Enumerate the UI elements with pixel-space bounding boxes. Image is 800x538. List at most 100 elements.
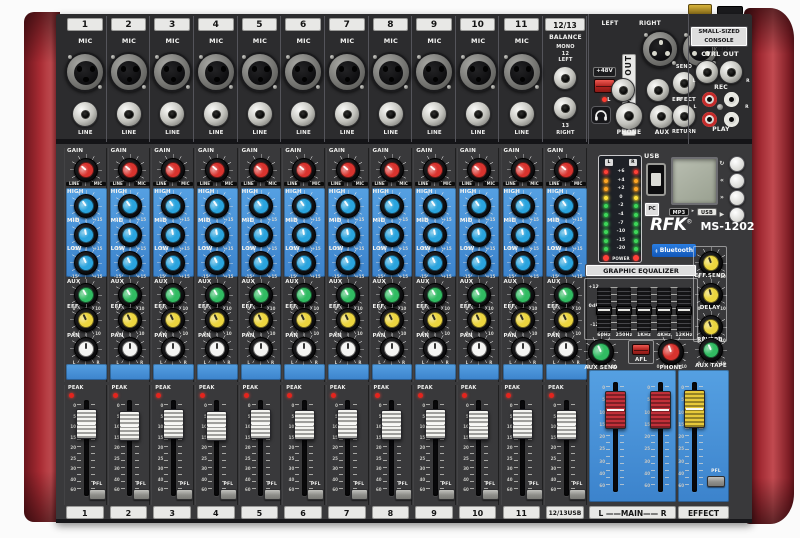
channel-11-pfl-button[interactable] <box>526 489 543 500</box>
channel-10-pan-knob-min-mark: L <box>459 361 475 365</box>
aux-send-knob[interactable]: 010 <box>584 335 618 369</box>
main-left-fader-cap[interactable] <box>605 391 626 429</box>
meter-led-right-8 <box>633 238 639 244</box>
channel-2-eff-knob[interactable]: 010 <box>114 304 146 336</box>
channel-12-13-eff-knob[interactable]: 010 <box>550 304 582 336</box>
channel-3-pfl-button[interactable] <box>176 489 193 500</box>
channel-1-fader-cap[interactable] <box>76 409 97 439</box>
channel-3-fader-scale: 0510152025304060 <box>153 404 163 492</box>
channel-5-gain-knob[interactable]: LINEMIC <box>245 154 277 186</box>
channel-11-fader-cap[interactable] <box>512 409 533 439</box>
geq-band-1KHz-slider[interactable] <box>636 306 652 315</box>
channel-9-pan-knob-pointer <box>434 343 436 349</box>
channel-3-gain-knob[interactable]: LINEMIC <box>157 154 189 186</box>
channel-5-pan-knob-max-mark: R <box>265 361 281 365</box>
channel-3-low-knob[interactable]: -15+15 <box>157 247 189 279</box>
channel-7-pfl-button[interactable] <box>351 489 368 500</box>
channel-4-gain-knob[interactable]: LINEMIC <box>201 154 233 186</box>
channel-9-pfl-button[interactable] <box>438 489 455 500</box>
channel-7-fader-cap[interactable] <box>337 409 358 439</box>
channel-10-pfl-button[interactable] <box>482 489 499 500</box>
channel-12-13-pan-knob[interactable]: LR <box>550 333 582 365</box>
channel-5-pfl-button[interactable] <box>264 489 281 500</box>
channel-4-pfl-button[interactable] <box>220 489 237 500</box>
geq-band-60Hz-slider[interactable] <box>596 306 612 315</box>
channel-4-low-knob[interactable]: -15+15 <box>201 247 233 279</box>
channel-2-gain-knob[interactable]: LINEMIC <box>114 154 146 186</box>
channel-12-13-gain-knob[interactable]: LINEMIC <box>550 154 582 186</box>
channel-6-gain-knob[interactable]: LINEMIC <box>288 154 320 186</box>
channel-1-low-knob[interactable]: -15+15 <box>70 247 102 279</box>
channel-8-pan-knob[interactable]: LR <box>376 333 408 365</box>
channel-9-pan-knob[interactable]: LR <box>419 333 451 365</box>
channel-1-gain-knob[interactable]: LINEMIC <box>70 154 102 186</box>
geq-band-12KHz-slider[interactable] <box>676 306 692 315</box>
channel-8-pfl-button[interactable] <box>395 489 412 500</box>
channel-11-pan-knob-max-mark: R <box>527 361 543 365</box>
channel-10-low-knob[interactable]: -15+15 <box>463 247 495 279</box>
channel-6-low-knob[interactable]: -15+15 <box>288 247 320 279</box>
channel-9-low-knob[interactable]: -15+15 <box>419 247 451 279</box>
channel-6-fader-cap[interactable] <box>294 410 315 440</box>
channel-10-eff-knob[interactable]: 010 <box>463 304 495 336</box>
next-button[interactable] <box>729 190 745 206</box>
channel-5-pan-knob[interactable]: LR <box>245 333 277 365</box>
meter-scale-5: -4 <box>610 213 632 218</box>
channel-2-pan-knob[interactable]: LR <box>114 333 146 365</box>
channel-12-13-low-knob[interactable]: -15+15 <box>550 247 582 279</box>
geq-band-250Hz-slider[interactable] <box>616 306 632 315</box>
channel-4-fader-cap[interactable] <box>206 411 227 441</box>
main-right-fader-cap[interactable] <box>650 391 671 429</box>
channel-2-low-knob[interactable]: -15+15 <box>114 247 146 279</box>
channel-2-pfl-button[interactable] <box>133 489 150 500</box>
channel-7-pan-knob[interactable]: LR <box>332 333 364 365</box>
effect-fader-cap[interactable] <box>684 390 705 428</box>
channel-7-gain-knob[interactable]: LINEMIC <box>332 154 364 186</box>
channel-7-eff-knob[interactable]: 010 <box>332 304 364 336</box>
channel-5-fader-cap[interactable] <box>250 409 271 439</box>
channel-11-pan-knob[interactable]: LR <box>507 333 539 365</box>
channel-5-low-knob[interactable]: -15+15 <box>245 247 277 279</box>
channel-8-eff-knob[interactable]: 010 <box>376 304 408 336</box>
previous-button[interactable] <box>729 173 745 189</box>
channel-8-fader-cap[interactable] <box>381 410 402 440</box>
main-left-fader-scale: 0510152025304060 <box>595 386 605 488</box>
channel-10-gain-knob[interactable]: LINEMIC <box>463 154 495 186</box>
channel-1-pan-knob[interactable]: LR <box>70 333 102 365</box>
channel-3-pan-knob[interactable]: LR <box>157 333 189 365</box>
channel-6-pan-knob[interactable]: LR <box>288 333 320 365</box>
channel-2-fader-cap[interactable] <box>119 411 140 441</box>
channel-8-gain-knob[interactable]: LINEMIC <box>376 154 408 186</box>
effect-pfl-button[interactable] <box>707 476 725 487</box>
channel-3-eff-knob[interactable]: 010 <box>157 304 189 336</box>
channel-11-eff-knob[interactable]: 010 <box>507 304 539 336</box>
aux-tape-knob[interactable]: 010 <box>695 334 727 366</box>
channel-9-blue-band <box>415 364 456 380</box>
channel-8-low-knob[interactable]: -15+15 <box>376 247 408 279</box>
channel-12-13-pfl-button[interactable] <box>569 489 586 500</box>
phone-knob[interactable]: 010 <box>654 335 688 369</box>
channel-10-pan-knob[interactable]: LR <box>463 333 495 365</box>
channel-7-low-knob[interactable]: -15+15 <box>332 247 364 279</box>
channel-11-low-knob[interactable]: -15+15 <box>507 247 539 279</box>
geq-band-4KHz-slider[interactable] <box>656 306 672 315</box>
channel-6-eff-knob[interactable]: 010 <box>288 304 320 336</box>
channel-4-eff-knob[interactable]: 010 <box>201 304 233 336</box>
channel-9-gain-knob[interactable]: LINEMIC <box>419 154 451 186</box>
channel-12-13-fader-cap[interactable] <box>556 410 577 440</box>
channel-3-fader-cap[interactable] <box>163 409 184 439</box>
channel-1-pfl-button[interactable] <box>89 489 106 500</box>
channel-9-input-strip: 9MICLINE <box>413 16 456 142</box>
channel-3-pan-knob-max-mark: R <box>177 361 193 365</box>
channel-1-eff-knob[interactable]: 010 <box>70 304 102 336</box>
channel-9-fader-cap[interactable] <box>425 409 446 439</box>
channel-4-pan-knob[interactable]: LR <box>201 333 233 365</box>
channel-11-gain-knob[interactable]: LINEMIC <box>507 154 539 186</box>
channel-5-eff-knob[interactable]: 010 <box>245 304 277 336</box>
afl-button[interactable] <box>632 344 650 355</box>
channel-10-fader-cap[interactable] <box>468 410 489 440</box>
channel-3-number: 3 <box>154 18 190 31</box>
mode-button[interactable] <box>729 156 745 172</box>
channel-9-eff-knob[interactable]: 010 <box>419 304 451 336</box>
channel-6-pfl-button[interactable] <box>307 489 324 500</box>
